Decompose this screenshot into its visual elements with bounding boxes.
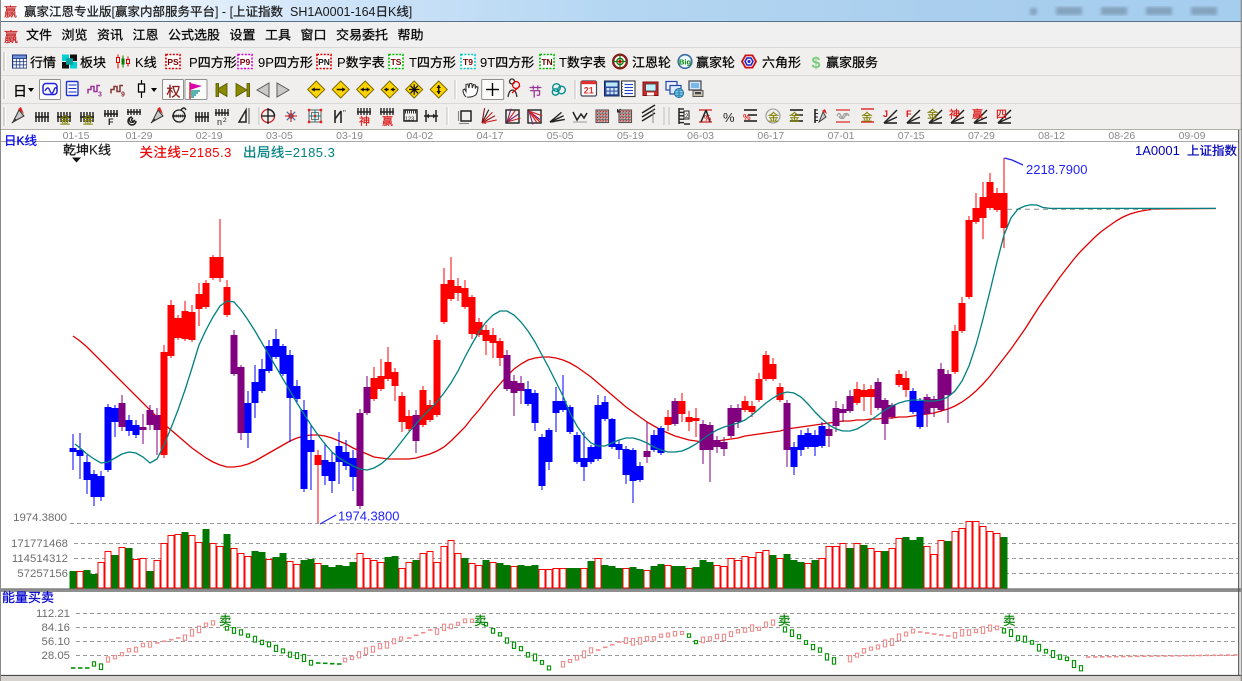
- svg-text:114514312: 114514312: [12, 553, 68, 565]
- svg-text:3: 3: [98, 92, 102, 99]
- svg-text:07-15: 07-15: [898, 130, 925, 142]
- svg-text:T9: T9: [463, 57, 473, 67]
- svg-text:09-09: 09-09: [1179, 130, 1206, 142]
- svg-text:F: F: [906, 109, 912, 119]
- svg-text:01-15: 01-15: [63, 130, 90, 142]
- svg-text:06-17: 06-17: [757, 130, 784, 142]
- svg-text:P9: P9: [240, 57, 251, 67]
- svg-text:28.05: 28.05: [41, 650, 70, 662]
- svg-text:T: T: [409, 55, 417, 70]
- svg-text:03-19: 03-19: [336, 130, 363, 142]
- svg-text:[: [: [112, 5, 116, 19]
- svg-text:=2185.3: =2185.3: [285, 145, 335, 160]
- svg-text:K: K: [17, 134, 25, 148]
- svg-text:T: T: [559, 55, 567, 70]
- svg-text:08-26: 08-26: [1108, 130, 1135, 142]
- svg-text:9T: 9T: [480, 55, 495, 70]
- svg-text:": ": [343, 109, 346, 118]
- svg-text:K: K: [89, 143, 98, 158]
- svg-text:-: -: [222, 5, 226, 19]
- svg-text:P: P: [189, 55, 198, 70]
- svg-text:1974.3800: 1974.3800: [13, 512, 67, 524]
- svg-text:]: ]: [409, 5, 412, 19]
- svg-text:J: J: [883, 109, 888, 119]
- svg-text:9P: 9P: [258, 55, 274, 70]
- svg-text:9: 9: [121, 92, 125, 99]
- svg-text:1974.3800: 1974.3800: [338, 509, 399, 524]
- svg-text:1A0001: 1A0001: [1135, 143, 1180, 158]
- svg-text:%: %: [743, 112, 751, 122]
- svg-text:TN: TN: [541, 57, 552, 67]
- svg-text:[: [: [230, 5, 234, 19]
- svg-text:P: P: [337, 55, 346, 70]
- svg-text:%: %: [723, 110, 735, 125]
- svg-text:56.10: 56.10: [41, 636, 70, 648]
- svg-text:SH1A0001-164: SH1A0001-164: [290, 5, 376, 19]
- svg-text:07-01: 07-01: [828, 130, 855, 142]
- svg-text:TS: TS: [391, 57, 402, 67]
- svg-text:%: %: [704, 114, 711, 123]
- svg-text:04-02: 04-02: [406, 130, 433, 142]
- svg-text:]: ]: [215, 5, 218, 19]
- svg-text:PN: PN: [318, 57, 330, 67]
- svg-text:n: n: [217, 117, 222, 127]
- svg-text:=2185.3: =2185.3: [181, 145, 231, 160]
- svg-text:84.16: 84.16: [41, 622, 70, 634]
- svg-text:K: K: [388, 5, 397, 19]
- svg-text:04-17: 04-17: [477, 130, 504, 142]
- svg-text:02-19: 02-19: [196, 130, 223, 142]
- svg-text:07-29: 07-29: [968, 130, 995, 142]
- svg-text:06-03: 06-03: [687, 130, 714, 142]
- svg-text:171771468: 171771468: [11, 538, 68, 550]
- svg-text:03-05: 03-05: [266, 130, 293, 142]
- svg-text:K: K: [135, 55, 144, 70]
- svg-text:08-12: 08-12: [1038, 130, 1065, 142]
- svg-text:F: F: [108, 117, 114, 127]
- svg-text:57257156: 57257156: [17, 568, 68, 580]
- svg-text:$: $: [812, 55, 821, 72]
- svg-text:PS: PS: [167, 57, 179, 67]
- svg-text:2218.7900: 2218.7900: [1026, 162, 1087, 177]
- svg-text:21: 21: [584, 86, 594, 96]
- svg-text:05-05: 05-05: [547, 130, 574, 142]
- svg-text:112.21: 112.21: [36, 608, 70, 620]
- svg-text:01-29: 01-29: [126, 130, 153, 142]
- svg-text:2: 2: [223, 117, 227, 124]
- svg-text:Big: Big: [679, 58, 692, 67]
- svg-text:123: 123: [405, 117, 414, 123]
- svg-text:05-19: 05-19: [617, 130, 644, 142]
